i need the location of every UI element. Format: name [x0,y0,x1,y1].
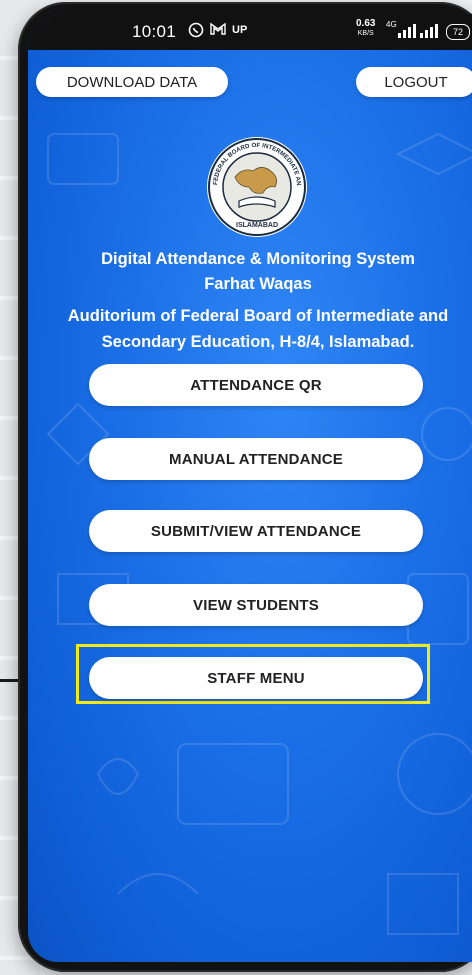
app-screen: 10:01 UP 0.63 KB/S 4G 72 DOWNLOAD DATA L… [28,14,472,962]
logout-button[interactable]: LOGOUT [356,67,472,97]
network-speed: 0.63 KB/S [356,19,375,39]
signal-strength-icon-sim2 [420,24,438,38]
whatsapp-icon [188,22,204,41]
download-data-button[interactable]: DOWNLOAD DATA [36,67,228,97]
staff-menu-button[interactable]: STAFF MENU [89,657,423,699]
battery-icon: 72 [446,24,470,40]
network-type: 4G [386,20,397,29]
user-name: Farhat Waqas [204,275,312,293]
upload-indicator-icon: UP [232,24,248,36]
signal-strength-icon [398,24,416,38]
fbise-logo: FEDERAL BOARD OF INTERMEDIATE AND SECOND… [203,130,309,239]
network-speed-value: 0.63 [356,18,376,29]
status-time: 10:01 [132,22,177,41]
logo-bottom-text: ISLAMABAD [236,222,278,229]
venue-line-1: Auditorium of Federal Board of Intermedi… [67,307,449,325]
venue-line-2: Secondary Education, H-8/4, Islamabad. [101,333,415,351]
network-speed-unit: KB/S [357,30,374,37]
gmail-icon [210,22,226,39]
status-bar: 10:01 UP 0.63 KB/S 4G 72 [28,14,472,50]
system-name: Digital Attendance & Monitoring System [101,250,415,268]
view-students-button[interactable]: VIEW STUDENTS [89,584,423,626]
submit-view-attendance-button[interactable]: SUBMIT/VIEW ATTENDANCE [89,510,423,552]
manual-attendance-button[interactable]: MANUAL ATTENDANCE [89,438,423,480]
attendance-qr-button[interactable]: ATTENDANCE QR [89,364,423,406]
